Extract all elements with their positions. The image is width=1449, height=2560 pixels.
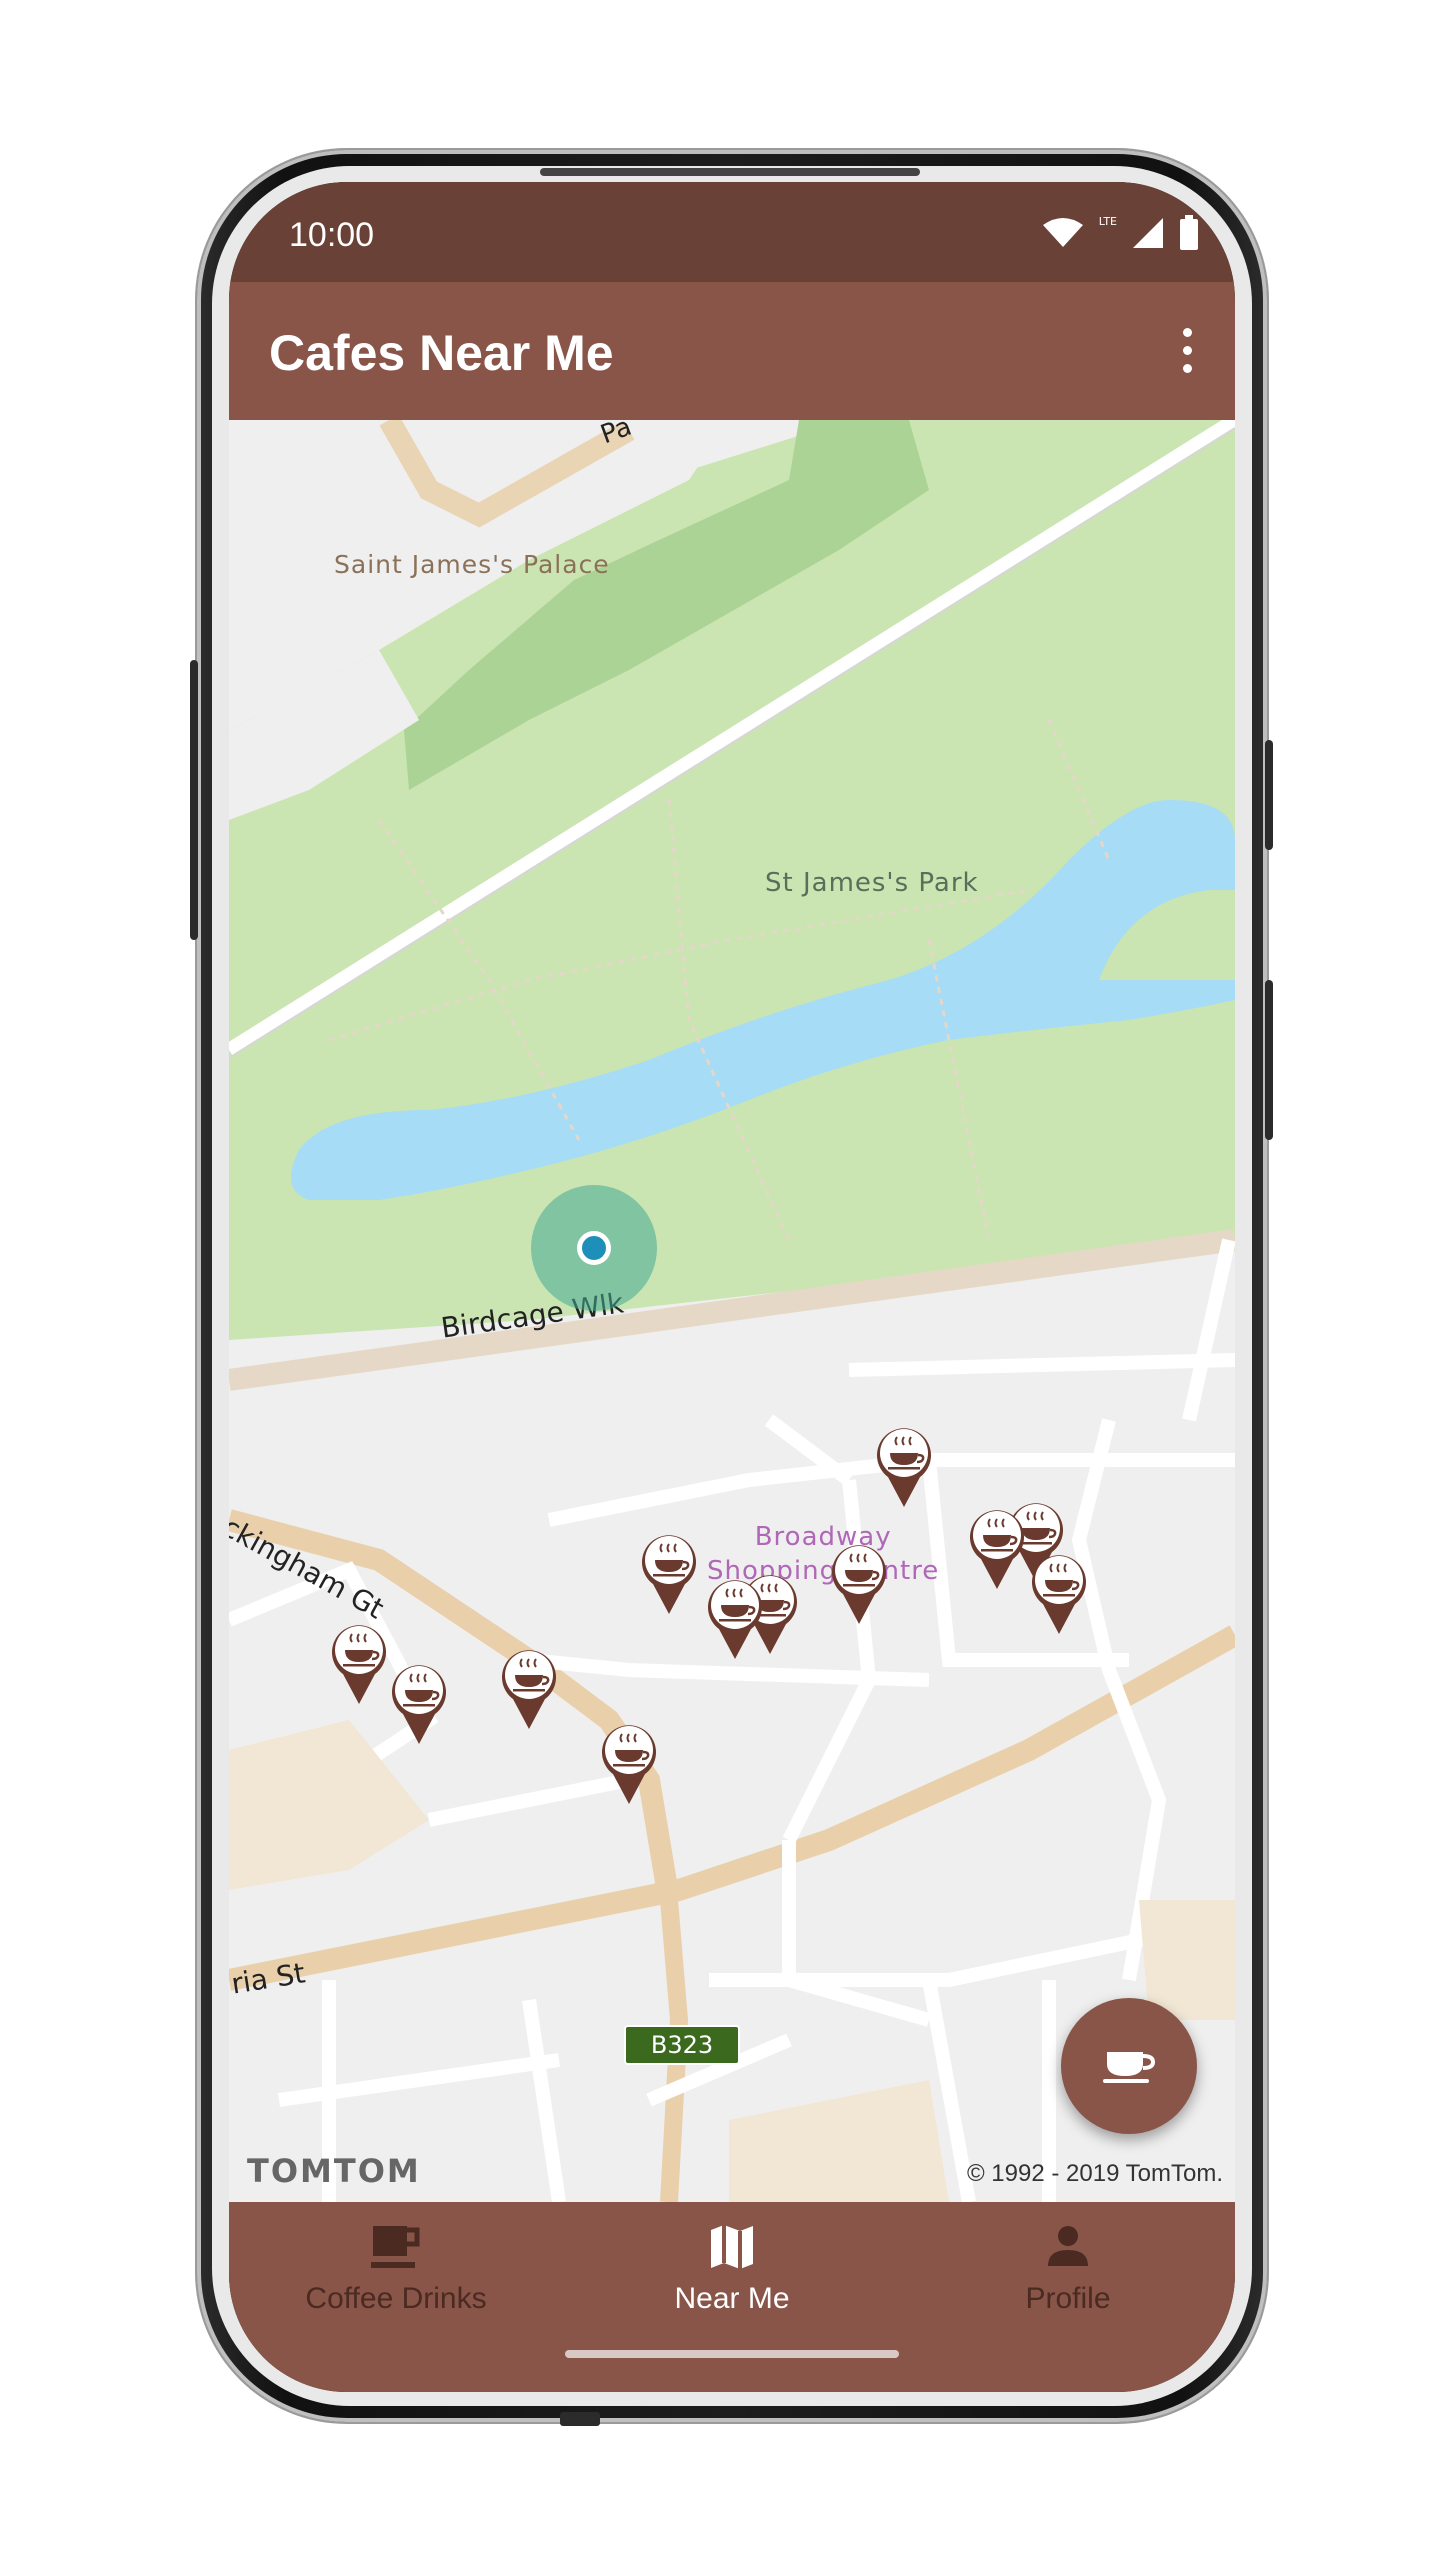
cafe-fab-button[interactable] — [1061, 1998, 1197, 2134]
bottom-port — [560, 2412, 600, 2426]
nav-item-near-me[interactable]: Near Me — [567, 2222, 897, 2342]
wifi-icon — [1042, 218, 1083, 247]
nav-item-coffee-drinks[interactable]: Coffee Drinks — [231, 2222, 561, 2342]
status-bar: 10:00 LTE — [229, 182, 1235, 282]
cafe-pin[interactable] — [829, 1540, 889, 1626]
cafe-pin[interactable] — [967, 1505, 1027, 1591]
cafe-pin[interactable] — [389, 1660, 449, 1746]
map-copyright: © 1992 - 2019 TomTom. — [966, 2160, 1223, 2187]
nav-label-coffee-drinks: Coffee Drinks — [305, 2282, 487, 2315]
coffee-cup-icon — [1032, 1555, 1086, 1634]
road-shield: B323 — [624, 2025, 740, 2065]
coffee-mug-icon — [371, 2226, 420, 2268]
user-location-marker — [531, 1185, 657, 1311]
map-canvas — [229, 420, 1235, 2202]
coffee-cup-icon — [392, 1665, 446, 1744]
nav-label-near-me: Near Me — [674, 2282, 790, 2315]
coffee-cup-icon — [1103, 2052, 1156, 2083]
more-vert-dot — [1182, 363, 1192, 373]
side-button — [1265, 980, 1273, 1140]
cafe-pin[interactable] — [499, 1645, 559, 1731]
status-icons: LTE — [1041, 214, 1199, 252]
cafe-pin[interactable] — [874, 1423, 934, 1509]
cafe-pin[interactable] — [599, 1720, 659, 1806]
map-label-broadway-line1: Broadway — [754, 1522, 892, 1552]
coffee-cup-icon — [502, 1650, 556, 1729]
earpiece — [540, 168, 920, 176]
map-icon — [711, 2225, 753, 2269]
signal-icon — [1133, 218, 1163, 248]
map-view[interactable]: Pa Saint James's Palace St James's Park … — [229, 420, 1235, 2202]
bottom-navigation: Coffee Drinks Near Me Profile — [229, 2202, 1235, 2392]
home-indicator[interactable] — [565, 2350, 899, 2358]
power-button — [1265, 740, 1273, 850]
coffee-cup-icon — [708, 1580, 762, 1659]
battery-icon — [1180, 215, 1198, 250]
cafe-pin[interactable] — [639, 1530, 699, 1616]
coffee-cup-icon — [877, 1428, 931, 1507]
nav-item-profile[interactable]: Profile — [903, 2222, 1233, 2342]
coffee-cup-icon — [332, 1625, 386, 1704]
more-vert-icon — [1182, 327, 1192, 337]
screen: 10:00 LTE Cafes Near Me Pa Saint James's… — [229, 182, 1235, 2392]
map-label-park: St James's Park — [765, 868, 979, 898]
cafe-pin[interactable] — [705, 1575, 765, 1661]
nav-label-profile: Profile — [1025, 2282, 1111, 2315]
coffee-cup-icon — [602, 1725, 656, 1804]
coffee-cup-icon — [970, 1510, 1024, 1589]
coffee-cup-icon — [832, 1545, 886, 1624]
coffee-cup-icon — [642, 1535, 696, 1614]
network-type-label: LTE — [1098, 214, 1117, 228]
page-title: Cafes Near Me — [269, 325, 614, 381]
overflow-menu-button[interactable] — [1157, 320, 1217, 380]
tomtom-logo: TOMTOM — [247, 2152, 421, 2190]
user-location-dot — [577, 1231, 611, 1265]
more-vert-dot — [1182, 345, 1192, 355]
app-bar: Cafes Near Me — [229, 282, 1235, 420]
person-icon — [1048, 2226, 1088, 2266]
status-time: 10:00 — [289, 216, 375, 254]
volume-button — [190, 660, 198, 940]
cafe-pin[interactable] — [329, 1620, 389, 1706]
map-label-palace: Saint James's Palace — [334, 550, 610, 579]
cafe-pin[interactable] — [1029, 1550, 1089, 1636]
